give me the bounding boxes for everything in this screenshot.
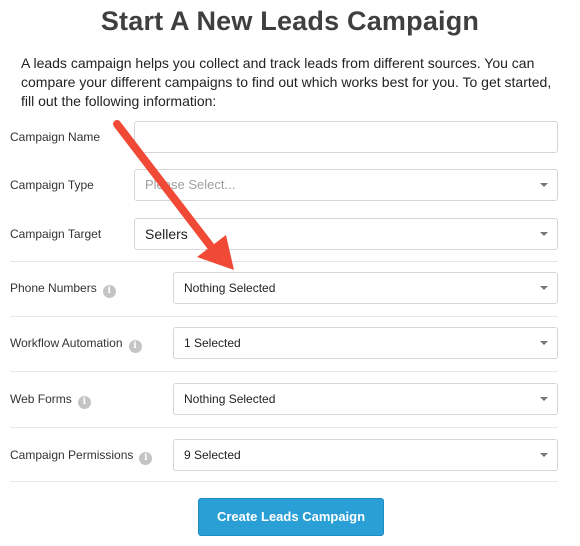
phone-numbers-select[interactable]: Nothing Selected: [173, 272, 558, 304]
campaign-permissions-value: 9 Selected: [184, 448, 241, 462]
campaign-permissions-label: Campaign Permissions i: [10, 448, 153, 465]
workflow-automation-select[interactable]: 1 Selected: [173, 327, 558, 359]
campaign-permissions-label-text: Campaign Permissions: [10, 448, 134, 462]
chevron-down-icon: [540, 232, 548, 236]
campaign-target-select[interactable]: Sellers: [134, 218, 558, 250]
create-leads-campaign-button[interactable]: Create Leads Campaign: [198, 498, 384, 536]
web-forms-value: Nothing Selected: [184, 392, 276, 406]
info-icon[interactable]: i: [77, 396, 91, 409]
phone-numbers-label-text: Phone Numbers: [10, 281, 97, 295]
divider: [10, 316, 558, 317]
workflow-automation-label-text: Workflow Automation: [10, 336, 123, 350]
chevron-down-icon: [540, 286, 548, 290]
campaign-target-value: Sellers: [145, 226, 188, 242]
campaign-name-input[interactable]: [134, 121, 558, 153]
campaign-permissions-select[interactable]: 9 Selected: [173, 439, 558, 471]
chevron-down-icon: [540, 341, 548, 345]
divider: [10, 261, 558, 262]
chevron-down-icon: [540, 397, 548, 401]
campaign-type-label: Campaign Type: [10, 178, 94, 192]
workflow-automation-label: Workflow Automation i: [10, 336, 142, 353]
divider: [10, 427, 558, 428]
phone-numbers-value: Nothing Selected: [184, 281, 276, 295]
info-icon[interactable]: i: [128, 340, 142, 353]
campaign-name-label: Campaign Name: [10, 130, 101, 144]
web-forms-label: Web Forms i: [10, 392, 91, 409]
info-icon[interactable]: i: [102, 285, 116, 298]
campaign-type-placeholder: Please Select...: [145, 177, 236, 192]
campaign-type-select[interactable]: Please Select...: [134, 169, 558, 201]
workflow-automation-value: 1 Selected: [184, 336, 241, 350]
intro-text: A leads campaign helps you collect and t…: [21, 55, 552, 109]
chevron-down-icon: [540, 453, 548, 457]
phone-numbers-label: Phone Numbers i: [10, 281, 116, 298]
web-forms-label-text: Web Forms: [10, 392, 72, 406]
info-icon[interactable]: i: [139, 452, 153, 465]
chevron-down-icon: [540, 183, 548, 187]
campaign-target-label: Campaign Target: [10, 227, 102, 241]
divider: [10, 481, 558, 482]
web-forms-select[interactable]: Nothing Selected: [173, 383, 558, 415]
divider: [10, 371, 558, 372]
page-title: Start A New Leads Campaign: [100, 6, 480, 36]
